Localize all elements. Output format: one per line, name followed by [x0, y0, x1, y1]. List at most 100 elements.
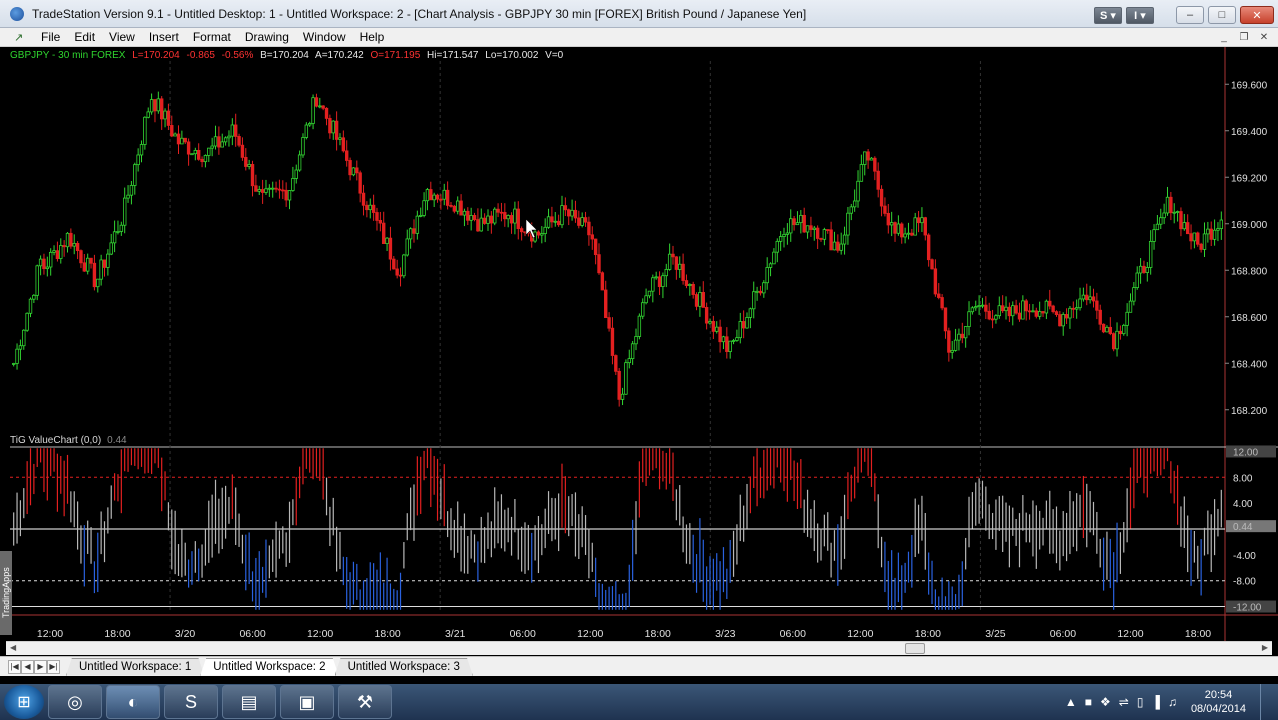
candle-body [493, 208, 497, 224]
minimize-button[interactable]: – [1176, 6, 1204, 24]
candle-body [684, 280, 689, 286]
candle-body [348, 160, 352, 176]
s-toolbar-button[interactable]: S ▾ [1094, 6, 1122, 24]
tab-workspace-2[interactable]: Untitled Workspace: 2 [200, 658, 338, 676]
tool-icon[interactable]: ⚒ [338, 685, 392, 719]
chrome-icon[interactable]: ◎ [48, 685, 102, 719]
candle-body [69, 232, 73, 247]
candle-body [967, 311, 971, 327]
candle-body [159, 98, 164, 120]
candle-body [1011, 305, 1015, 317]
candle-body [943, 307, 948, 332]
candle-body [233, 124, 238, 137]
chart-analysis-window[interactable]: 12:00 18:00 3/20 06:00 12:00 18:00 3/21 06:00 12… [0, 47, 1278, 656]
candle-body [1125, 311, 1129, 326]
candle-body [583, 217, 588, 223]
candle-body [903, 233, 907, 238]
symbol-status-line: GBPJPY - 30 min FOREX L=170.204 -0.865 -… [10, 50, 567, 61]
candle-body [960, 333, 964, 339]
candle-body [173, 133, 177, 137]
candle-body [1111, 333, 1116, 350]
dropbox-icon[interactable]: ❖ [1100, 695, 1111, 709]
explorer-icon[interactable]: ▤ [222, 685, 276, 719]
prev-tab-icon[interactable]: ◀ [21, 659, 34, 674]
time-tick-label: 3/25 [985, 628, 1006, 640]
last-tab-icon[interactable]: ▶| [47, 659, 60, 674]
menu-window[interactable]: Window [296, 30, 353, 44]
candle-body [920, 217, 924, 224]
candle-body [1128, 300, 1133, 313]
candle-body [186, 141, 191, 155]
scroll-right-icon[interactable]: ▶ [1262, 643, 1268, 652]
maximize-button[interactable]: □ [1208, 6, 1236, 24]
candle-body [873, 157, 877, 172]
candle-body [28, 298, 33, 314]
candle-body [644, 295, 648, 304]
menu-drawing[interactable]: Drawing [238, 30, 296, 44]
time-tick-label: 12:00 [577, 628, 603, 640]
show-hidden-icons-icon[interactable]: ▲ [1065, 695, 1077, 709]
menu-insert[interactable]: Insert [142, 30, 186, 44]
price-chart-canvas[interactable]: 12:00 18:00 3/20 06:00 12:00 18:00 3/21 06:00 12… [0, 47, 1278, 641]
menu-format[interactable]: Format [186, 30, 238, 44]
usb-icon[interactable]: ⇌ [1119, 695, 1129, 709]
candle-body [361, 192, 366, 206]
candle-body [718, 326, 722, 343]
menu-view[interactable]: View [102, 30, 142, 44]
volume-icon[interactable]: ♫ [1168, 695, 1177, 709]
candle-body [866, 151, 870, 161]
candle-body [671, 253, 675, 258]
candle-body [139, 144, 144, 156]
candle-body [987, 310, 991, 320]
candle-body [822, 229, 827, 240]
mdi-minimize-button[interactable]: _ [1216, 30, 1232, 44]
clock[interactable]: 20:54 08/04/2014 [1191, 688, 1246, 716]
candle-body [577, 217, 581, 226]
device-icon[interactable]: ▯ [1137, 695, 1144, 709]
candle-body [990, 318, 995, 321]
candle-body [65, 232, 70, 248]
first-tab-icon[interactable]: |◀ [8, 659, 21, 674]
mdi-close-button[interactable]: ✕ [1256, 30, 1272, 44]
candle-body [52, 250, 56, 253]
candle-body [284, 189, 288, 201]
candle-body [415, 215, 420, 234]
candle-body [79, 250, 83, 264]
candle-body [291, 178, 295, 191]
price-tick-label: 169.600 [1231, 80, 1268, 91]
candle-body [193, 149, 198, 155]
show-desktop-button[interactable] [1260, 684, 1270, 720]
next-tab-icon[interactable]: ▶ [34, 659, 47, 674]
candle-body [1074, 307, 1079, 310]
menu-help[interactable]: Help [353, 30, 392, 44]
candle-body [419, 215, 423, 217]
candle-body [1162, 212, 1166, 219]
candle-body [112, 231, 117, 244]
i-toolbar-button[interactable]: I ▾ [1126, 6, 1154, 24]
tab-workspace-1[interactable]: Untitled Workspace: 1 [66, 658, 204, 676]
candle-body [1142, 265, 1146, 273]
candle-body [1017, 312, 1022, 320]
tradestation-icon[interactable]: ◐ [106, 685, 160, 719]
start-button[interactable]: ⊞ [4, 685, 44, 719]
candle-body [1034, 310, 1039, 317]
tradingapps-side-tab[interactable]: TradingApps [0, 551, 12, 635]
tab-workspace-3[interactable]: Untitled Workspace: 3 [335, 658, 473, 676]
network-icon[interactable]: ▐ [1151, 695, 1160, 709]
time-tick-label: 18:00 [1185, 628, 1211, 640]
candle-body [1179, 211, 1183, 230]
scroll-left-icon[interactable]: ◀ [10, 643, 16, 652]
candle-body [459, 200, 463, 216]
skype-icon[interactable]: S [164, 685, 218, 719]
app-tray-icon[interactable]: ■ [1085, 695, 1092, 709]
close-button[interactable]: ✕ [1240, 6, 1274, 24]
candle-body [324, 107, 329, 119]
scroll-thumb[interactable] [905, 643, 925, 654]
menu-file[interactable]: File [34, 30, 67, 44]
candle-body [496, 208, 500, 213]
mdi-restore-button[interactable]: ❐ [1236, 30, 1252, 44]
menu-edit[interactable]: Edit [67, 30, 102, 44]
workspace-tabs-bar: |◀ ◀ ▶ ▶| Untitled Workspace: 1 Untitled… [0, 656, 1278, 676]
photos-icon[interactable]: ▣ [280, 685, 334, 719]
horizontal-scrollbar[interactable]: ◀ ▶ [6, 641, 1272, 655]
